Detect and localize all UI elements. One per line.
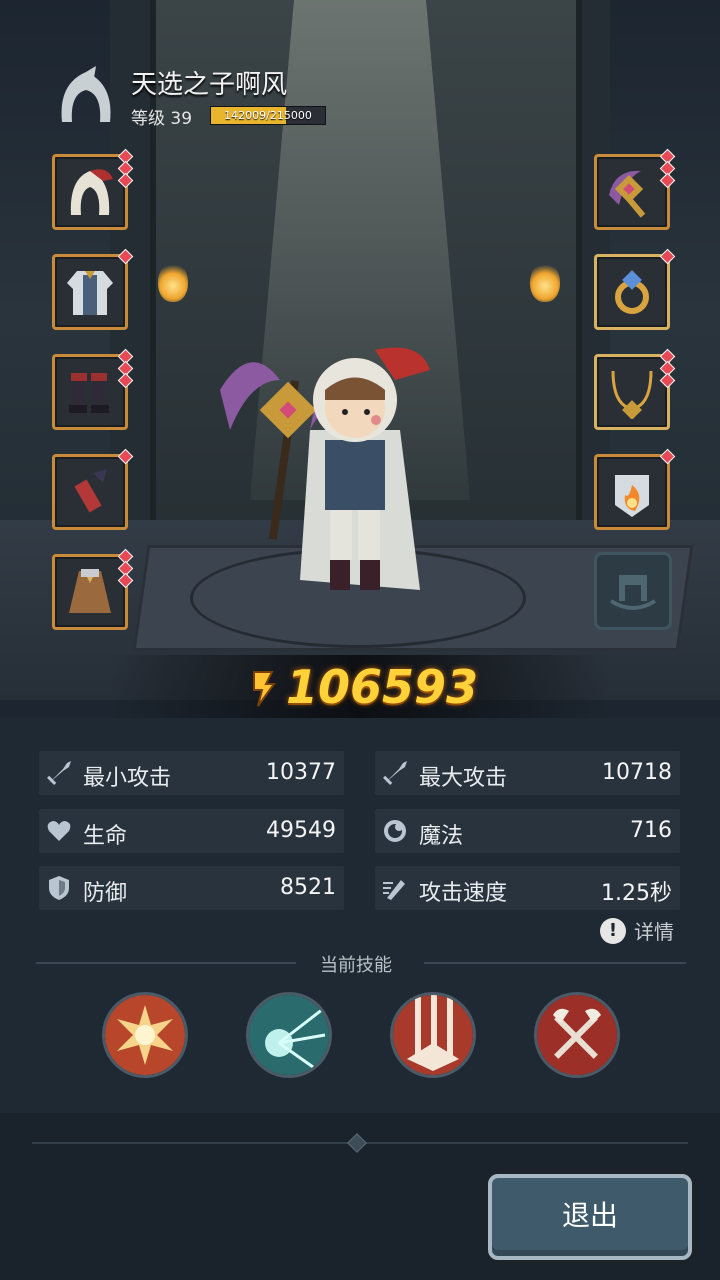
equip-slot-hood[interactable] xyxy=(52,148,134,230)
ring-icon xyxy=(615,270,649,314)
equip-slot-cloak[interactable] xyxy=(52,548,134,630)
player-level: 等级 39 xyxy=(131,109,193,129)
equip-slot-boots[interactable] xyxy=(52,348,134,430)
equip-slot-staff[interactable] xyxy=(594,148,676,230)
gem-sockets xyxy=(117,548,134,589)
avatar-hood-icon[interactable] xyxy=(56,64,116,124)
stat-label: 最小攻击 xyxy=(83,766,172,791)
frost-orb-skill-icon xyxy=(249,995,329,1075)
exit-button[interactable]: 退出 xyxy=(488,1174,692,1260)
skill-slot-2[interactable] xyxy=(246,992,332,1078)
magic-icon xyxy=(384,820,406,842)
gem-sockets xyxy=(659,348,676,389)
divider xyxy=(424,962,686,964)
equip-slot-bracer[interactable] xyxy=(52,448,134,530)
shield-icon xyxy=(49,876,69,900)
robe-icon xyxy=(67,271,113,315)
stat-value: 10718 xyxy=(602,760,672,785)
stat-label: 魔法 xyxy=(419,824,464,849)
combat-power-value: 106593 xyxy=(286,660,479,714)
gem-sockets xyxy=(117,248,134,265)
dual-axe-skill-icon xyxy=(537,995,617,1075)
gem-sockets xyxy=(117,348,134,389)
stat-label: 攻击速度 xyxy=(419,881,508,906)
stat-min-attack: 最小攻击 10377 xyxy=(39,751,344,795)
skill-slot-4[interactable] xyxy=(534,992,620,1078)
heart-icon xyxy=(47,821,71,841)
skill-slot-3[interactable] xyxy=(390,992,476,1078)
stat-value: 1.25秒 xyxy=(601,881,672,906)
stat-value: 716 xyxy=(630,818,672,843)
gem-sockets xyxy=(117,148,134,189)
equip-slot-robe[interactable] xyxy=(52,248,134,330)
xp-text: 142009/215000 xyxy=(224,109,312,122)
stat-value: 49549 xyxy=(266,818,336,843)
stat-attack-speed: 攻击速度 1.25秒 xyxy=(375,866,680,910)
gem-sockets xyxy=(117,448,134,465)
combat-power-icon xyxy=(253,671,276,707)
hero-character xyxy=(220,347,430,590)
stat-defense: 防御 8521 xyxy=(39,866,344,910)
stat-max-attack: 最大攻击 10718 xyxy=(375,751,680,795)
sword-icon xyxy=(47,761,71,785)
stat-label: 防御 xyxy=(83,881,128,906)
torch-left-icon xyxy=(158,262,188,302)
boots-icon xyxy=(69,373,109,413)
sword-icon xyxy=(383,761,407,785)
equip-slot-ring[interactable] xyxy=(594,248,676,330)
gem-sockets xyxy=(659,448,676,465)
skill-slot-1[interactable] xyxy=(102,992,188,1078)
divider xyxy=(36,962,296,964)
stat-value: 8521 xyxy=(280,875,336,900)
details-label: 详情 xyxy=(634,920,674,944)
locked-pet-slot[interactable] xyxy=(594,552,672,630)
gem-sockets xyxy=(659,248,676,265)
torch-right-icon xyxy=(530,262,560,302)
stat-value: 10377 xyxy=(266,760,336,785)
skills-title: 当前技能 xyxy=(320,955,392,976)
equip-slot-necklace[interactable] xyxy=(594,348,676,430)
xp-bar: 142009/215000 xyxy=(210,106,326,125)
details-button[interactable]: ! 详情 xyxy=(600,916,674,945)
info-icon: ! xyxy=(600,917,626,944)
stat-mp: 魔法 716 xyxy=(375,809,680,853)
stat-hp: 生命 49549 xyxy=(39,809,344,853)
speed-icon xyxy=(383,880,405,900)
locked-slot-icon xyxy=(609,575,657,610)
necklace-icon xyxy=(611,370,653,419)
fire-charm-icon xyxy=(615,475,649,517)
equip-slot-charm[interactable] xyxy=(594,448,676,530)
explosion-skill-icon xyxy=(105,995,185,1075)
hood-icon xyxy=(70,169,113,215)
staff-icon xyxy=(609,170,646,218)
player-name: 天选之子啊风 xyxy=(131,70,288,100)
holy-light-skill-icon xyxy=(393,995,473,1075)
bracer-icon xyxy=(74,469,107,513)
stat-label: 生命 xyxy=(83,824,128,849)
cloak-icon xyxy=(69,569,111,613)
stat-label: 最大攻击 xyxy=(419,766,508,791)
gem-sockets xyxy=(659,148,676,189)
